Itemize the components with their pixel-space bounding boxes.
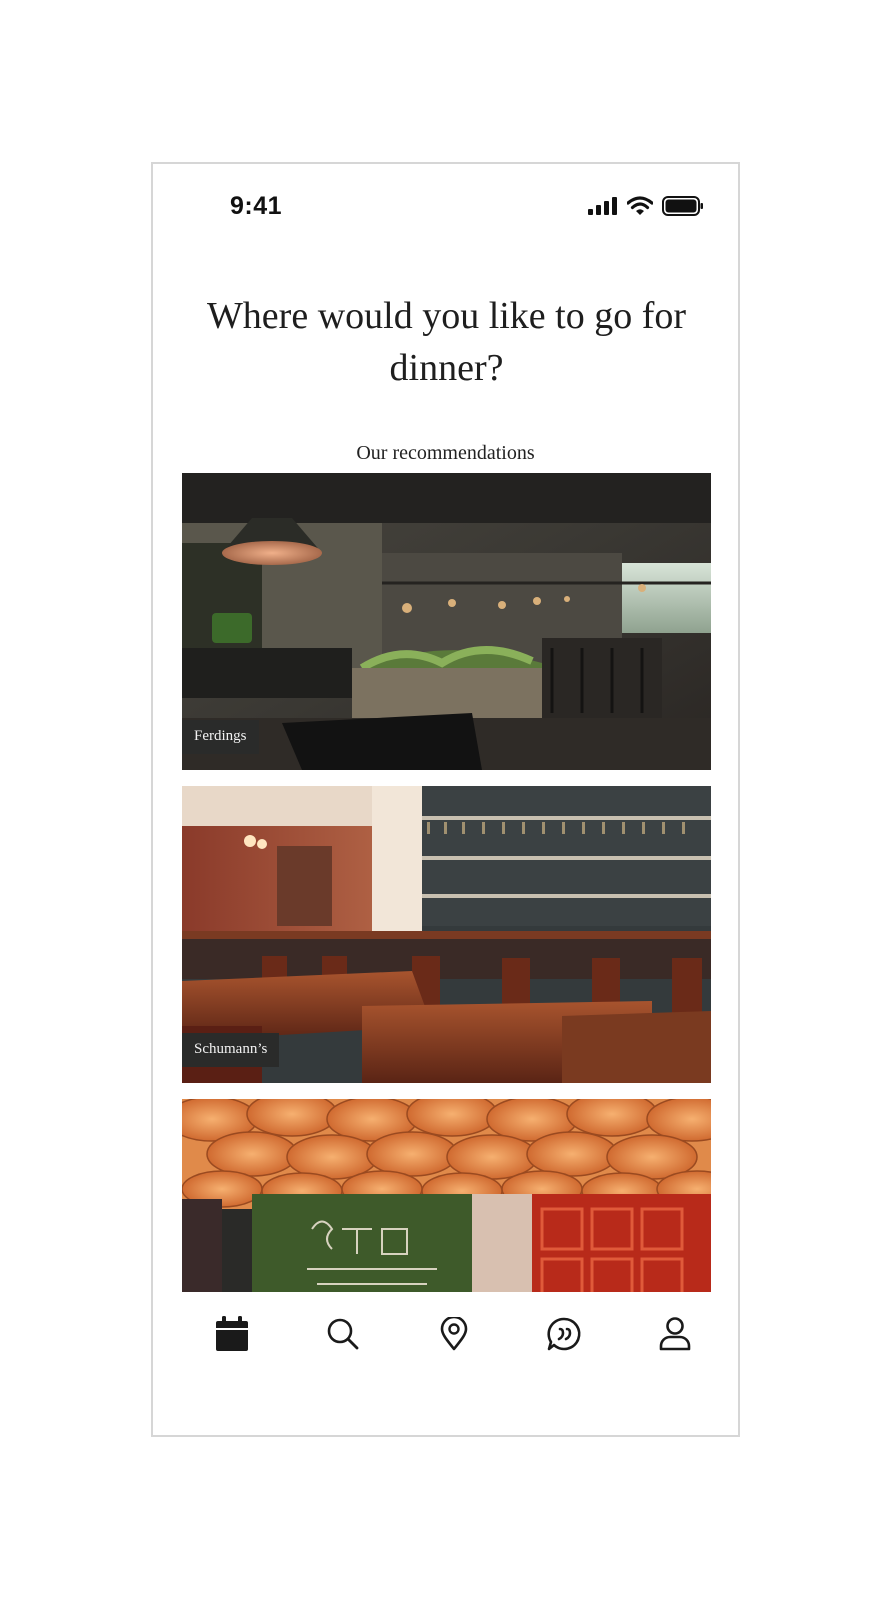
restaurant-photo <box>182 473 711 770</box>
status-icons <box>588 196 704 216</box>
search-icon <box>327 1318 359 1350</box>
tab-bar <box>182 1304 711 1364</box>
chat-quote-icon <box>547 1317 581 1351</box>
restaurant-card[interactable]: Ferdings <box>182 473 711 770</box>
location-pin-icon <box>440 1317 467 1351</box>
page-title: Where would you like to go for dinner? <box>206 295 687 389</box>
restaurant-card[interactable]: Schumann’s <box>182 786 711 1083</box>
wifi-icon <box>627 196 653 215</box>
calendar-icon <box>216 1316 248 1351</box>
tab-search[interactable] <box>323 1314 363 1354</box>
restaurant-photo <box>182 1099 711 1292</box>
status-bar: 9:41 <box>153 164 738 244</box>
restaurant-card[interactable] <box>182 1099 711 1292</box>
status-time: 9:41 <box>230 192 283 220</box>
restaurant-name: Ferdings <box>182 720 259 754</box>
tab-profile[interactable] <box>655 1314 695 1354</box>
section-label: Our recommendations <box>356 442 535 464</box>
battery-icon <box>662 196 703 216</box>
restaurant-name: Schumann’s <box>182 1033 280 1067</box>
phone-frame: 9:41 Where would you like to go for dinn… <box>151 162 740 1437</box>
signal-icon <box>588 197 617 215</box>
tab-map[interactable] <box>434 1314 474 1354</box>
tab-messages[interactable] <box>544 1314 584 1354</box>
profile-icon <box>659 1317 691 1351</box>
tab-calendar[interactable] <box>212 1314 252 1354</box>
restaurant-list[interactable]: Ferdings Schumann’s <box>182 473 711 1292</box>
